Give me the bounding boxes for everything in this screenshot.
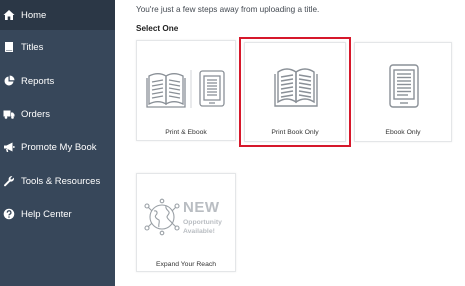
sidebar: Home Titles Reports Orders Promote My Bo… (0, 0, 115, 286)
sidebar-item-help-center[interactable]: Help Center (0, 199, 115, 229)
expand-your-reach-card[interactable]: NEW Opportunity Available! Expand Your R… (136, 173, 236, 272)
sidebar-item-label: Orders (21, 108, 51, 120)
book-icon (3, 41, 15, 53)
sidebar-item-reports[interactable]: Reports (0, 66, 115, 96)
sidebar-item-tools-resources[interactable]: Tools & Resources (0, 166, 115, 196)
option-ebook-only[interactable]: Ebook Only (354, 42, 452, 142)
sidebar-item-label: Titles (21, 41, 44, 53)
ereader-icon (389, 64, 419, 108)
app-root: Home Titles Reports Orders Promote My Bo… (0, 0, 465, 286)
option-print-and-ebook[interactable]: Print & Ebook (136, 40, 236, 141)
globe-icon (144, 198, 180, 236)
question-icon (3, 208, 15, 220)
print-and-ebook-icon (146, 70, 225, 108)
truck-icon (3, 108, 15, 120)
option-label: Print & Ebook (165, 129, 207, 136)
pie-chart-icon (3, 75, 15, 87)
promo-label: Expand Your Reach (155, 261, 217, 268)
home-icon (3, 9, 15, 21)
option-label: Ebook Only (385, 129, 421, 136)
promo-line-1: Opportunity (183, 219, 222, 226)
sidebar-item-orders[interactable]: Orders (0, 99, 115, 129)
new-badge: NEW (183, 199, 220, 216)
option-print-book-only[interactable]: Print Book Only (244, 42, 346, 142)
sidebar-item-label: Help Center (21, 208, 72, 220)
sidebar-item-label: Tools & Resources (21, 175, 101, 187)
sidebar-item-promote-my-book[interactable]: Promote My Book (0, 132, 115, 162)
promo-line-2: Available! (183, 228, 215, 235)
sidebar-item-label: Promote My Book (21, 141, 97, 153)
wrench-icon (3, 175, 15, 187)
sidebar-item-home[interactable]: Home (0, 0, 115, 30)
select-one-heading: Select One (136, 24, 179, 33)
sidebar-item-label: Home (21, 9, 47, 21)
open-book-icon (274, 68, 318, 107)
sidebar-item-titles[interactable]: Titles (0, 32, 115, 62)
option-label: Print Book Only (271, 129, 319, 136)
megaphone-icon (3, 141, 15, 153)
intro-text: You're just a few steps away from upload… (136, 5, 320, 14)
sidebar-item-label: Reports (21, 75, 55, 87)
